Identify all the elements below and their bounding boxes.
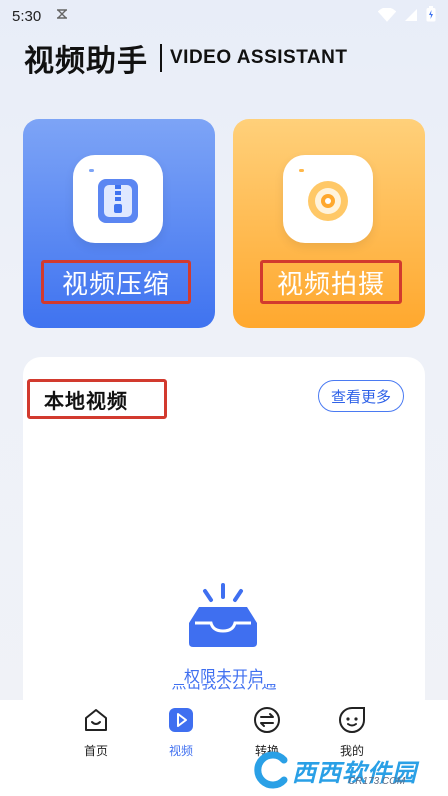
app-subtitle: VIDEO ASSISTANT <box>170 47 348 68</box>
swap-icon <box>253 706 281 738</box>
home-face-icon <box>82 706 110 738</box>
watermark-logo: 西西软件园 CR173.COM <box>252 748 442 792</box>
app-title: 视频助手 <box>24 44 148 79</box>
app-header: 视频助手 VIDEO ASSISTANT <box>24 38 348 79</box>
video-compress-label: 视频压缩 <box>41 260 191 304</box>
zip-file-icon <box>73 155 163 243</box>
profile-face-icon <box>338 706 366 738</box>
signal-icon <box>404 7 418 26</box>
enable-permission-text: 点击我去去开通 <box>171 684 276 692</box>
video-shoot-label: 视频拍摄 <box>260 260 402 304</box>
empty-inbox-icon <box>185 583 261 655</box>
play-icon <box>167 706 195 738</box>
battery-icon <box>426 6 436 26</box>
status-time: 5:30 <box>12 7 42 25</box>
camera-lens-icon <box>283 155 373 243</box>
wifi-icon <box>377 7 397 26</box>
tab-video-label: 视频 <box>168 744 193 758</box>
tab-home[interactable]: 首页 <box>66 706 126 758</box>
local-videos-panel: 本地视频 查看更多 权限未开启 点击我去去开通 <box>23 357 425 717</box>
video-compress-card[interactable]: 视频压缩 <box>23 119 215 328</box>
title-divider <box>160 44 162 72</box>
sync-icon <box>55 7 69 25</box>
status-bar: 5:30 <box>0 0 448 32</box>
watermark-c-icon <box>254 751 288 789</box>
video-shoot-card[interactable]: 视频拍摄 <box>233 119 425 328</box>
tab-video[interactable]: 视频 <box>151 706 211 758</box>
enable-permission-link[interactable]: 点击我去去开通 <box>23 684 425 692</box>
view-more-button[interactable]: 查看更多 <box>318 380 404 412</box>
watermark-domain: CR173.COM <box>348 776 406 787</box>
local-videos-title: 本地视频 <box>27 379 167 419</box>
tab-home-label: 首页 <box>83 744 108 758</box>
